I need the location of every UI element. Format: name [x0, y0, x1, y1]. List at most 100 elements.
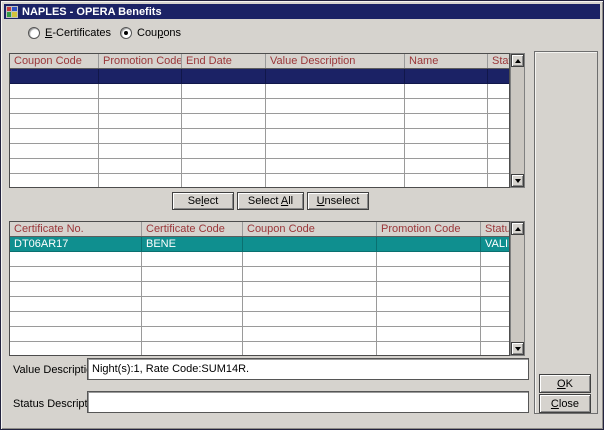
certificate-table: Certificate No.Certificate CodeCoupon Co…	[9, 221, 510, 356]
table-cell	[488, 144, 511, 159]
status-description-field[interactable]	[87, 391, 529, 413]
table-cell	[405, 159, 488, 174]
value-description-field[interactable]	[87, 358, 529, 380]
table-cell	[142, 252, 243, 267]
table-cell	[481, 342, 511, 357]
table-row[interactable]	[10, 267, 510, 282]
table-cell	[10, 267, 142, 282]
table-cell	[99, 114, 182, 129]
table-cell	[377, 237, 481, 252]
table-cell	[266, 114, 405, 129]
ok-button[interactable]: OK	[539, 374, 591, 393]
table-cell	[481, 297, 511, 312]
table-cell	[488, 129, 511, 144]
data-grid: Coupon CodePromotion CodeEnd DateValue D…	[10, 54, 510, 188]
radio-coupons[interactable]: Coupons	[120, 27, 181, 39]
table-row[interactable]	[10, 252, 510, 267]
table-cell	[142, 327, 243, 342]
table-cell	[377, 342, 481, 357]
coupon-table: Coupon CodePromotion CodeEnd DateValue D…	[9, 53, 510, 188]
table-cell	[99, 84, 182, 99]
table-row[interactable]	[10, 129, 510, 144]
table-row[interactable]	[10, 312, 510, 327]
arrow-down-icon	[515, 347, 521, 351]
column-header: Status	[488, 54, 511, 69]
column-header: Certificate Code	[142, 222, 243, 237]
table-row[interactable]	[10, 84, 510, 99]
certificate-table-scrollbar[interactable]	[510, 221, 525, 356]
table-cell	[405, 144, 488, 159]
table-cell	[488, 159, 511, 174]
table-row[interactable]	[10, 144, 510, 159]
table-cell	[10, 297, 142, 312]
table-cell	[488, 114, 511, 129]
scroll-up-button[interactable]	[511, 54, 524, 67]
select-all-button[interactable]: Select All	[237, 192, 304, 210]
table-cell	[142, 312, 243, 327]
select-button[interactable]: Select	[172, 192, 234, 210]
table-cell	[243, 342, 377, 357]
column-header: Coupon Code	[243, 222, 377, 237]
arrow-down-icon	[515, 179, 521, 183]
table-cell	[10, 252, 142, 267]
table-row[interactable]	[10, 99, 510, 114]
table-row[interactable]	[10, 69, 510, 84]
column-header: Name	[405, 54, 488, 69]
table-cell	[377, 297, 481, 312]
table-cell	[405, 84, 488, 99]
table-cell	[481, 252, 511, 267]
radio-e-certificates[interactable]: E-Certificates	[28, 27, 111, 39]
table-row[interactable]: DT06AR17BENEVALID	[10, 237, 510, 252]
table-cell	[142, 297, 243, 312]
table-row[interactable]	[10, 327, 510, 342]
table-row[interactable]	[10, 342, 510, 357]
title-bar[interactable]: NAPLES - OPERA Benefits	[4, 4, 600, 19]
table-cell	[266, 129, 405, 144]
column-header: Promotion Code	[99, 54, 182, 69]
close-button[interactable]: Close	[539, 394, 591, 413]
header-row: Coupon CodePromotion CodeEnd DateValue D…	[10, 54, 510, 69]
table-cell	[266, 159, 405, 174]
window-title: NAPLES - OPERA Benefits	[22, 6, 162, 18]
radio-circle-icon	[120, 27, 132, 39]
scroll-up-button[interactable]	[511, 222, 524, 235]
table-cell	[182, 144, 266, 159]
unselect-button[interactable]: Unselect	[307, 192, 369, 210]
table-cell	[377, 252, 481, 267]
table-cell	[377, 267, 481, 282]
table-cell	[405, 174, 488, 189]
table-cell	[488, 174, 511, 189]
table-row[interactable]	[10, 174, 510, 189]
table-cell	[10, 99, 99, 114]
table-row[interactable]	[10, 114, 510, 129]
table-cell	[142, 282, 243, 297]
table-cell	[182, 84, 266, 99]
table-cell	[182, 114, 266, 129]
table-cell	[182, 174, 266, 189]
table-row[interactable]	[10, 282, 510, 297]
radio-label: E-Certificates	[45, 27, 111, 39]
table-cell	[10, 129, 99, 144]
table-cell: BENE	[142, 237, 243, 252]
scroll-down-button[interactable]	[511, 342, 524, 355]
table-cell	[10, 312, 142, 327]
table-cell	[266, 144, 405, 159]
opera-benefits-window: NAPLES - OPERA Benefits E-Certificates C…	[0, 0, 604, 430]
table-cell	[243, 297, 377, 312]
table-cell	[377, 282, 481, 297]
table-cell	[377, 327, 481, 342]
side-panel	[534, 51, 598, 414]
radio-label: Coupons	[137, 27, 181, 39]
value-description-label: Value Description	[13, 364, 98, 376]
table-cell	[10, 327, 142, 342]
table-cell	[266, 99, 405, 114]
table-cell	[99, 69, 182, 84]
table-cell	[99, 159, 182, 174]
scroll-down-button[interactable]	[511, 174, 524, 187]
table-row[interactable]	[10, 159, 510, 174]
arrow-up-icon	[515, 59, 521, 63]
table-cell	[243, 267, 377, 282]
column-header: Coupon Code	[10, 54, 99, 69]
coupon-table-scrollbar[interactable]	[510, 53, 525, 188]
table-row[interactable]	[10, 297, 510, 312]
